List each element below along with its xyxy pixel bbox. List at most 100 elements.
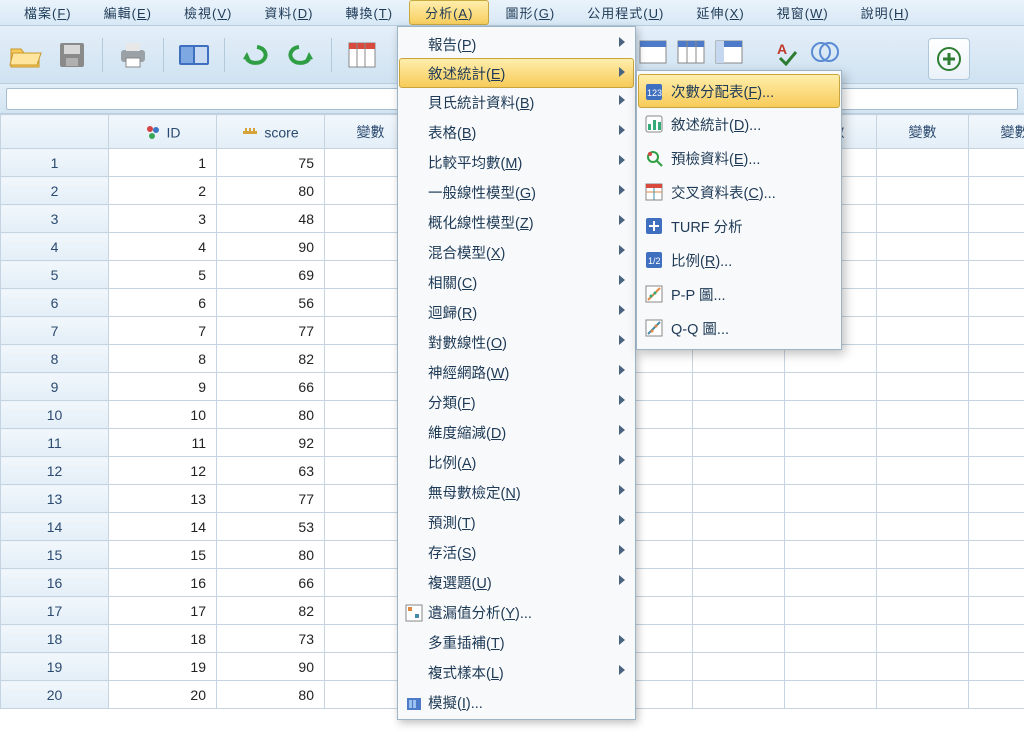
menu-g[interactable]: 圖形(G) bbox=[489, 0, 571, 25]
row-header[interactable]: 16 bbox=[1, 569, 109, 597]
cell-empty[interactable] bbox=[969, 149, 1024, 177]
row-header[interactable]: 12 bbox=[1, 457, 109, 485]
row-header[interactable]: 9 bbox=[1, 373, 109, 401]
menu-item[interactable]: 比較平均數(M) bbox=[400, 147, 633, 177]
menu-item[interactable]: 維度縮減(D) bbox=[400, 417, 633, 447]
row-header[interactable]: 19 bbox=[1, 653, 109, 681]
cell-empty[interactable] bbox=[877, 233, 969, 261]
labels-button[interactable]: A bbox=[774, 38, 802, 69]
cell-empty[interactable] bbox=[969, 457, 1024, 485]
grid-icon-3[interactable] bbox=[676, 39, 706, 68]
menu-h[interactable]: 說明(H) bbox=[845, 0, 926, 25]
menu-item[interactable]: 比例(A) bbox=[400, 447, 633, 477]
cell-empty[interactable] bbox=[785, 457, 877, 485]
cell-empty[interactable] bbox=[693, 541, 785, 569]
cell-empty[interactable] bbox=[969, 569, 1024, 597]
cell-id[interactable]: 17 bbox=[109, 597, 217, 625]
menu-item[interactable]: 神經網路(W) bbox=[400, 357, 633, 387]
data-view-button[interactable] bbox=[174, 35, 214, 75]
cell-empty[interactable] bbox=[969, 597, 1024, 625]
cell-score[interactable]: 66 bbox=[217, 569, 325, 597]
open-button[interactable] bbox=[6, 35, 46, 75]
cell-empty[interactable] bbox=[877, 429, 969, 457]
row-header[interactable]: 15 bbox=[1, 541, 109, 569]
submenu-item[interactable]: P-P 圖... bbox=[639, 277, 839, 311]
menu-item[interactable]: 模擬(I)... bbox=[400, 687, 633, 717]
column-header-empty[interactable]: 變數 bbox=[969, 115, 1024, 149]
cell-empty[interactable] bbox=[877, 681, 969, 709]
row-header[interactable]: 10 bbox=[1, 401, 109, 429]
cell-empty[interactable] bbox=[785, 681, 877, 709]
cell-id[interactable]: 20 bbox=[109, 681, 217, 709]
cell-id[interactable]: 9 bbox=[109, 373, 217, 401]
cell-id[interactable]: 5 bbox=[109, 261, 217, 289]
menu-item[interactable]: 複選題(U) bbox=[400, 567, 633, 597]
save-button[interactable] bbox=[52, 35, 92, 75]
cell-empty[interactable] bbox=[693, 681, 785, 709]
print-button[interactable] bbox=[113, 35, 153, 75]
cell-score[interactable]: 82 bbox=[217, 345, 325, 373]
menu-item[interactable]: 對數線性(O) bbox=[400, 327, 633, 357]
cell-id[interactable]: 2 bbox=[109, 177, 217, 205]
cell-empty[interactable] bbox=[693, 625, 785, 653]
cell-id[interactable]: 7 bbox=[109, 317, 217, 345]
submenu-item[interactable]: 1/2比例(R)... bbox=[639, 243, 839, 277]
cell-score[interactable]: 80 bbox=[217, 177, 325, 205]
menu-item[interactable]: 相關(C) bbox=[400, 267, 633, 297]
cell-id[interactable]: 14 bbox=[109, 513, 217, 541]
cell-empty[interactable] bbox=[969, 653, 1024, 681]
cell-empty[interactable] bbox=[693, 569, 785, 597]
cell-empty[interactable] bbox=[969, 289, 1024, 317]
menu-t[interactable]: 轉換(T) bbox=[329, 0, 409, 25]
grid-icon-1[interactable] bbox=[342, 35, 382, 75]
cell-id[interactable]: 8 bbox=[109, 345, 217, 373]
cell-empty[interactable] bbox=[877, 261, 969, 289]
cell-score[interactable]: 92 bbox=[217, 429, 325, 457]
row-header[interactable]: 2 bbox=[1, 177, 109, 205]
menu-item[interactable]: 報告(P) bbox=[400, 29, 633, 59]
menu-item[interactable]: 遺漏值分析(Y)... bbox=[400, 597, 633, 627]
cell-id[interactable]: 12 bbox=[109, 457, 217, 485]
cell-empty[interactable] bbox=[785, 569, 877, 597]
cell-id[interactable]: 1 bbox=[109, 149, 217, 177]
menu-x[interactable]: 延伸(X) bbox=[680, 0, 760, 25]
cell-id[interactable]: 10 bbox=[109, 401, 217, 429]
menu-w[interactable]: 視窗(W) bbox=[761, 0, 845, 25]
menu-item[interactable]: 迴歸(R) bbox=[400, 297, 633, 327]
cell-id[interactable]: 11 bbox=[109, 429, 217, 457]
submenu-item[interactable]: 交叉資料表(C)... bbox=[639, 175, 839, 209]
submenu-item[interactable]: Q-Q 圖... bbox=[639, 311, 839, 345]
menu-item[interactable]: 概化線性模型(Z) bbox=[400, 207, 633, 237]
cell-empty[interactable] bbox=[785, 541, 877, 569]
cell-empty[interactable] bbox=[877, 289, 969, 317]
cell-empty[interactable] bbox=[785, 653, 877, 681]
menu-item[interactable]: 分類(F) bbox=[400, 387, 633, 417]
venn-button[interactable] bbox=[810, 39, 840, 68]
cell-id[interactable]: 4 bbox=[109, 233, 217, 261]
cell-empty[interactable] bbox=[877, 457, 969, 485]
cell-empty[interactable] bbox=[693, 513, 785, 541]
cell-empty[interactable] bbox=[785, 625, 877, 653]
cell-empty[interactable] bbox=[693, 373, 785, 401]
menu-item[interactable]: 一般線性模型(G) bbox=[400, 177, 633, 207]
cell-empty[interactable] bbox=[693, 429, 785, 457]
cell-empty[interactable] bbox=[785, 597, 877, 625]
menu-item[interactable]: 無母數檢定(N) bbox=[400, 477, 633, 507]
cell-empty[interactable] bbox=[785, 401, 877, 429]
cell-empty[interactable] bbox=[877, 597, 969, 625]
row-header[interactable]: 11 bbox=[1, 429, 109, 457]
cell-empty[interactable] bbox=[877, 317, 969, 345]
cell-empty[interactable] bbox=[969, 373, 1024, 401]
cell-empty[interactable] bbox=[969, 177, 1024, 205]
cell-score[interactable]: 48 bbox=[217, 205, 325, 233]
column-header-id[interactable]: ID bbox=[109, 115, 217, 149]
cell-score[interactable]: 63 bbox=[217, 457, 325, 485]
menu-f[interactable]: 檔案(F) bbox=[8, 0, 88, 25]
undo-button[interactable] bbox=[235, 35, 275, 75]
row-header[interactable]: 17 bbox=[1, 597, 109, 625]
cell-empty[interactable] bbox=[877, 401, 969, 429]
cell-score[interactable]: 53 bbox=[217, 513, 325, 541]
cell-empty[interactable] bbox=[877, 149, 969, 177]
cell-empty[interactable] bbox=[969, 541, 1024, 569]
cell-empty[interactable] bbox=[785, 513, 877, 541]
